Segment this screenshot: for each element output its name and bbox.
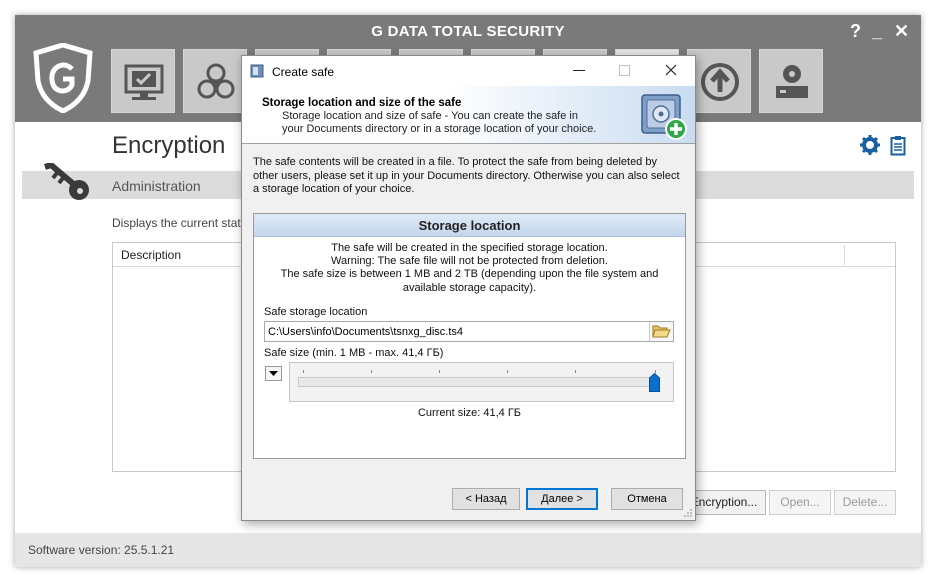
cancel-button[interactable]: Отмена bbox=[611, 488, 683, 510]
size-slider[interactable] bbox=[289, 362, 674, 402]
open-safe-button[interactable]: Open... bbox=[769, 490, 831, 515]
path-label: Safe storage location bbox=[264, 306, 368, 318]
size-unit-dropdown[interactable] bbox=[265, 366, 282, 381]
close-button[interactable]: ✕ bbox=[894, 21, 909, 42]
triangle-down-icon bbox=[269, 371, 278, 376]
slider-tick bbox=[439, 370, 440, 373]
slider-tick bbox=[575, 370, 576, 373]
create-safe-dialog: Create safe Storage location and size of… bbox=[241, 55, 696, 521]
column-separator bbox=[844, 245, 845, 265]
banner-subtitle: Storage location and size of safe - You … bbox=[282, 110, 597, 135]
section-title: Administration bbox=[112, 178, 201, 194]
nav-tile-virus-protection[interactable] bbox=[183, 49, 247, 113]
panel-heading: Storage location bbox=[418, 218, 521, 233]
delete-safe-button[interactable]: Delete... bbox=[834, 490, 896, 515]
storage-location-panel: Storage location The safe will be create… bbox=[253, 213, 686, 459]
storage-location-input[interactable] bbox=[264, 321, 674, 342]
browse-folder-button[interactable] bbox=[649, 322, 673, 341]
description-text: Displays the current status bbox=[112, 216, 254, 230]
panel-info: The safe will be created in the specifie… bbox=[258, 242, 681, 295]
resize-grip-icon[interactable] bbox=[683, 508, 693, 518]
safe-add-icon bbox=[641, 94, 687, 140]
column-description[interactable]: Description bbox=[121, 248, 181, 262]
slider-thumb[interactable] bbox=[649, 373, 660, 392]
app-title: G DATA TOTAL SECURITY bbox=[371, 23, 565, 40]
page-title: Encryption bbox=[112, 132, 226, 159]
minimize-button[interactable]: _ bbox=[872, 21, 882, 42]
folder-open-icon bbox=[652, 325, 671, 338]
biohazard-icon bbox=[197, 63, 235, 99]
drive-tools-icon bbox=[776, 65, 808, 98]
dialog-maximize-icon bbox=[619, 65, 630, 76]
dialog-titlebar[interactable]: Create safe bbox=[242, 56, 695, 86]
nav-tile-security-center[interactable] bbox=[111, 49, 175, 113]
back-button[interactable]: < Назад bbox=[452, 488, 520, 510]
help-button[interactable]: ? bbox=[850, 21, 861, 42]
clipboard-icon[interactable] bbox=[890, 135, 906, 156]
size-label: Safe size (min. 1 MB - max. 41,4 ГБ) bbox=[264, 347, 444, 359]
dialog-close-icon[interactable] bbox=[665, 64, 677, 76]
panel-header: Storage location bbox=[254, 214, 685, 237]
next-button[interactable]: Далее > bbox=[526, 488, 598, 510]
monitor-check-icon bbox=[124, 64, 164, 100]
dialog-title: Create safe bbox=[272, 65, 335, 79]
gear-icon[interactable] bbox=[860, 135, 880, 155]
dialog-banner: Storage location and size of the safe St… bbox=[242, 86, 695, 144]
dialog-intro-text: The safe contents will be created in a f… bbox=[253, 156, 680, 195]
slider-tick bbox=[507, 370, 508, 373]
info-line-1: The safe will be created in the specifie… bbox=[331, 242, 608, 254]
key-icon bbox=[44, 163, 89, 200]
upload-circle-icon bbox=[701, 63, 739, 101]
software-version: Software version: 25.5.1.21 bbox=[28, 543, 175, 557]
safe-app-icon bbox=[250, 64, 264, 78]
slider-tick bbox=[303, 370, 304, 373]
nav-tile-tuner[interactable] bbox=[759, 49, 823, 113]
slider-tick bbox=[371, 370, 372, 373]
info-line-2: Warning: The safe file will not be prote… bbox=[331, 255, 608, 268]
gdata-logo-icon[interactable] bbox=[32, 43, 94, 113]
banner-title: Storage location and size of the safe bbox=[262, 97, 462, 109]
info-line-3: The safe size is between 1 MB and 2 TB (… bbox=[280, 268, 659, 294]
slider-track[interactable] bbox=[298, 377, 660, 387]
current-size-text: Current size: 41,4 ГБ bbox=[417, 407, 522, 419]
dialog-minimize-icon[interactable] bbox=[573, 70, 585, 72]
nav-tile-backup[interactable] bbox=[687, 49, 751, 113]
status-footer: Software version: 25.5.1.21 bbox=[15, 533, 921, 567]
